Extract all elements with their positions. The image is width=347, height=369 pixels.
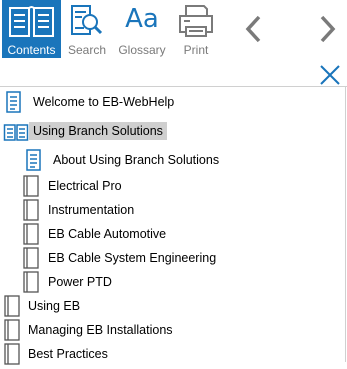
- search-button[interactable]: Search: [64, 0, 110, 58]
- toc-item-instrumentation[interactable]: Instrumentation: [0, 198, 345, 222]
- toc-item-label: EB Cable Automotive: [48, 227, 167, 241]
- toc-item-label: Power PTD: [48, 275, 112, 289]
- print-label: Print: [183, 43, 209, 57]
- toc-item-label: Using EB: [28, 299, 81, 313]
- toc-item-label: Best Practices: [28, 347, 108, 361]
- book-icon: [21, 222, 41, 249]
- close-icon[interactable]: [318, 64, 342, 86]
- book-icon: [21, 198, 41, 225]
- toc-item-welcome[interactable]: Welcome to EB-WebHelp: [0, 90, 345, 114]
- print-button[interactable]: Print: [174, 0, 218, 58]
- toc-item-label: Instrumentation: [48, 203, 135, 217]
- toc-item-eb-cable-system-engineering[interactable]: EB Cable System Engineering: [0, 246, 345, 270]
- search-icon: [64, 0, 110, 42]
- toc-item-electrical-pro[interactable]: Electrical Pro: [0, 174, 345, 198]
- toc-item-about-using-branch-solutions[interactable]: About Using Branch Solutions: [0, 148, 345, 172]
- book-icon: [21, 174, 41, 201]
- open-book-icon: [3, 120, 29, 147]
- glossary-label: Glossary: [118, 43, 166, 57]
- page-icon: [25, 148, 43, 175]
- toc-item-label: Using Branch Solutions: [29, 122, 167, 140]
- toc-item-power-ptd[interactable]: Power PTD: [0, 270, 345, 294]
- toc-item-label: Welcome to EB-WebHelp: [33, 95, 175, 109]
- book-icon: [21, 270, 41, 297]
- glossary-icon: Aa: [125, 4, 159, 34]
- book-icon: [2, 342, 22, 369]
- toc-item-label: About Using Branch Solutions: [53, 153, 220, 167]
- toc-item-managing-eb-installations[interactable]: Managing EB Installations: [0, 318, 345, 342]
- previous-arrow-icon[interactable]: [243, 14, 263, 49]
- next-arrow-icon[interactable]: [318, 14, 338, 49]
- book-icon: [21, 246, 41, 273]
- book-icon: [2, 318, 22, 345]
- contents-button[interactable]: Contents: [2, 0, 61, 58]
- search-label: Search: [67, 43, 107, 57]
- toc-item-using-branch-solutions[interactable]: Using Branch Solutions: [0, 120, 345, 144]
- toc-item-label: Electrical Pro: [48, 179, 122, 193]
- contents-label: Contents: [7, 43, 56, 57]
- toc-item-eb-cable-automotive[interactable]: EB Cable Automotive: [0, 222, 345, 246]
- toolbar: Contents Search Aa Glossary Print: [0, 0, 347, 58]
- toc-item-best-practices[interactable]: Best Practices: [0, 342, 345, 366]
- panel-right-border: [345, 87, 346, 362]
- toc-item-label: EB Cable System Engineering: [48, 251, 217, 265]
- glossary-button[interactable]: Aa Glossary: [114, 0, 170, 58]
- page-icon: [5, 90, 23, 117]
- open-book-icon: [2, 0, 61, 42]
- printer-icon: [174, 0, 218, 42]
- panel-divider: [0, 86, 347, 87]
- book-icon: [2, 294, 22, 321]
- toc-item-using-eb[interactable]: Using EB: [0, 294, 345, 318]
- toc-item-label: Managing EB Installations: [28, 323, 173, 337]
